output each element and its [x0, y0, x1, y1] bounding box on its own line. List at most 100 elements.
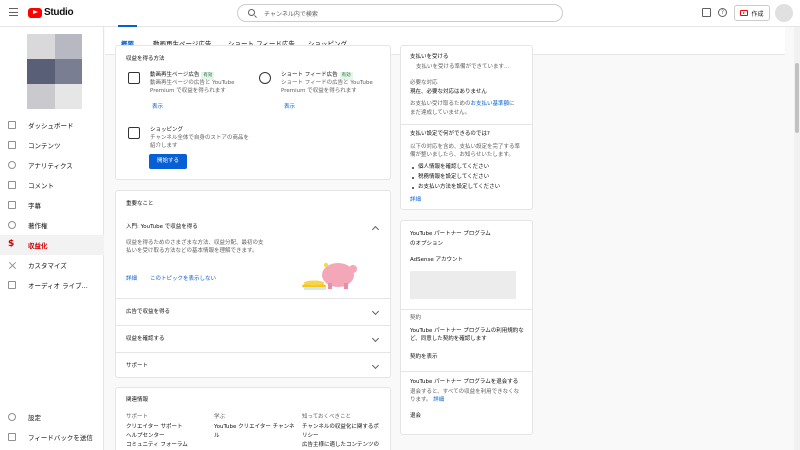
intro-desc-2: 払いを受け取る方法などの基本情報を理解できます。 — [126, 248, 258, 254]
earn-title: 収益を得る方法 — [126, 56, 165, 62]
sidebar-item-label: ダッシュボード — [28, 122, 74, 130]
monetization-policy-link-2[interactable]: リシー — [302, 432, 319, 440]
creator-support-link[interactable]: クリエイター サポート — [126, 423, 183, 431]
payments-subtitle: 支払いを受ける準備ができています... — [416, 64, 510, 70]
sidebar-item-label: カスタマイズ — [28, 262, 67, 270]
channel-thumbnail[interactable] — [27, 34, 82, 109]
top-bar: Studio チャンネル内で検索 ? 作成 — [0, 0, 800, 27]
search-placeholder: チャンネル内で検索 — [264, 11, 318, 18]
sidebar-item-label: コメント — [28, 182, 54, 190]
chevron-down-icon — [371, 361, 380, 370]
intro-topic-title[interactable]: 入門: YouTube で収益を得る — [126, 223, 198, 231]
sidebar-item-copyright[interactable]: 著作権 — [0, 215, 104, 235]
analytics-icon — [8, 161, 16, 169]
watch-ads-view-link[interactable]: 表示 — [152, 103, 163, 111]
ypp-title-1: YouTube パートナー プログラム — [410, 231, 491, 237]
threshold-info-2: まだ達成していません。 — [410, 110, 471, 116]
setup-bullet-2: 税務情報を設定してください — [418, 174, 490, 180]
sidebar-item-customize[interactable]: カスタマイズ — [0, 255, 104, 275]
accordion-support[interactable]: サポート — [116, 352, 390, 379]
adsense-label: AdSense アカウント — [410, 257, 464, 263]
sidebar-item-comment[interactable]: コメント — [0, 175, 104, 195]
accordion-label: サポート — [126, 363, 149, 369]
watch-page-ads-icon — [128, 72, 140, 84]
earn-methods-card: 収益を得る方法 動画再生ページ広告 有効 動画再生ページの広告と YouTube … — [115, 45, 391, 180]
copyright-icon — [8, 221, 16, 229]
related-learn-head: 学ぶ — [214, 414, 226, 420]
sidebar-item-label: 字幕 — [28, 202, 41, 210]
creators-channel-link[interactable]: YouTube クリエイター チャンネ — [214, 423, 294, 431]
logo-text: Studio — [44, 7, 74, 18]
shopping-start-button[interactable]: 開始する — [149, 154, 187, 169]
help-icon[interactable]: ? — [718, 8, 727, 17]
sidebar-item-label: アナリティクス — [28, 162, 73, 170]
sidebar-item-audio-library[interactable]: オーディオ ライブ... — [0, 275, 104, 295]
leave-desc-2: ります。 詳細 — [410, 397, 445, 403]
payments-card: 支払いを受ける 支払いを受ける準備ができています... 必要な対応 現在、必要な… — [400, 45, 533, 210]
related-title: 関連情報 — [126, 397, 149, 403]
shopping-bag-icon — [128, 127, 140, 139]
accordion-check-revenue[interactable]: 収益を確認する — [116, 325, 390, 352]
threshold-info: お支払い受け取るためのお支払い基準額に — [410, 101, 515, 107]
menu-icon[interactable] — [9, 8, 18, 16]
monetization-icon: $ — [8, 239, 15, 249]
account-avatar[interactable] — [775, 4, 793, 22]
leave-ypp-head: YouTube パートナー プログラムを退会する — [410, 379, 519, 385]
shorts-ads-view-link[interactable]: 表示 — [284, 103, 295, 111]
watch-ads-desc-1: 動画再生ページの広告と YouTube — [150, 80, 235, 86]
accordion-label: 収益を確認する — [126, 336, 165, 342]
threshold-link[interactable]: お支払い基準額 — [471, 101, 510, 107]
sidebar-item-analytics[interactable]: アナリティクス — [0, 155, 104, 175]
shopping-desc-2: 紹介します — [150, 143, 178, 149]
search-input[interactable]: チャンネル内で検索 — [237, 4, 563, 22]
create-button[interactable]: 作成 — [734, 5, 770, 21]
shopping-desc-1: チャンネル全体で自身のストアの商品を — [150, 135, 249, 141]
active-tab-indicator — [118, 25, 137, 27]
sidebar-item-settings[interactable]: 設定 — [0, 407, 104, 427]
page-scrollbar[interactable] — [794, 27, 800, 450]
view-contract-link[interactable]: 契約を表示 — [410, 353, 438, 361]
sidebar-item-label: 設定 — [28, 414, 41, 422]
sidebar-item-dashboard[interactable]: ダッシュボード — [0, 115, 104, 135]
hide-topic-link[interactable]: このトピックを表示しない — [150, 275, 216, 283]
advertiser-friendly-link[interactable]: 広告主様に適したコンテンツの — [302, 441, 379, 449]
creators-channel-link-2[interactable]: ル — [214, 432, 220, 440]
important-title: 重要なこと — [126, 201, 154, 207]
sidebar-item-label: 収益化 — [28, 242, 48, 250]
contract-head: 契約 — [410, 315, 422, 321]
comment-icon — [8, 181, 16, 189]
contract-desc-2: ど、同意した契約を確認します — [410, 336, 487, 342]
watch-ads-desc-2: Premium で収益を得られます — [150, 88, 226, 94]
subtitles-icon — [8, 201, 16, 209]
related-support-head: サポート — [126, 414, 149, 420]
chevron-down-icon — [371, 334, 380, 343]
leave-learn-more-link[interactable]: 詳細 — [433, 397, 444, 403]
community-forum-link[interactable]: コミュニティ フォーラム — [126, 441, 188, 449]
ypp-title-2: のオプション — [410, 241, 444, 247]
leave-ypp-button[interactable]: 退会 — [410, 412, 421, 420]
help-center-link[interactable]: ヘルプセンター — [126, 432, 165, 440]
setup-head: 支払い設定で何ができるのでは? — [410, 131, 490, 137]
settings-icon — [8, 413, 16, 421]
messages-icon[interactable] — [702, 8, 711, 17]
dashboard-icon — [8, 121, 16, 129]
audio-library-icon — [8, 281, 16, 289]
feedback-icon — [8, 433, 16, 441]
shorts-feed-ads-icon — [259, 72, 271, 84]
scrollbar-thumb[interactable] — [795, 63, 799, 133]
intro-learn-more-link[interactable]: 詳細 — [126, 275, 137, 283]
sidebar-item-label: フィードバックを送信 — [28, 434, 93, 442]
sidebar-item-monetization[interactable]: $ 収益化 — [0, 235, 104, 255]
payments-learn-more-link[interactable]: 詳細 — [410, 196, 421, 204]
ypp-options-card: YouTube パートナー プログラム のオプション AdSense アカウント… — [400, 220, 533, 435]
sidebar-item-label: オーディオ ライブ... — [28, 282, 88, 290]
sidebar-item-subtitles[interactable]: 字幕 — [0, 195, 104, 215]
shorts-ads-desc-2: Premium で収益を得られます — [281, 88, 357, 94]
monetization-policy-link[interactable]: チャンネルの収益化に関するポ — [302, 423, 379, 431]
important-card: 重要なこと 入門: YouTube で収益を得る 収益を得るためのさまざまな方法… — [115, 190, 391, 378]
sidebar-item-feedback[interactable]: フィードバックを送信 — [0, 427, 104, 447]
studio-logo[interactable]: Studio — [28, 7, 74, 18]
accordion-ads-earning[interactable]: 広告で収益を得る — [116, 298, 390, 325]
sidebar-item-content[interactable]: コンテンツ — [0, 135, 104, 155]
chevron-up-icon[interactable] — [371, 225, 380, 234]
